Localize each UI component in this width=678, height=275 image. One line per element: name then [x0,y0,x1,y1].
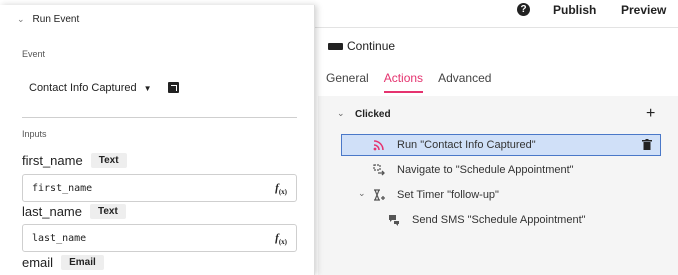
component-title: Continue [328,39,395,53]
tab-advanced[interactable]: Advanced [438,71,491,93]
open-external-icon[interactable] [168,82,179,93]
navigate-icon [373,164,385,176]
field-value: first_name [32,182,93,194]
input-label-first-name: first_name Text [22,153,127,168]
chevron-down-icon[interactable]: ⌄ [337,108,345,119]
add-action-icon[interactable]: + [646,105,655,123]
tab-bar: General Actions Advanced [326,71,491,93]
action-row-send-sms[interactable]: Send SMS "Schedule Appointment" [341,209,661,231]
action-row-run-event[interactable]: Run "Contact Info Captured" [341,134,661,156]
input-label-email: email Email [22,255,104,270]
field-value: last_name [32,232,87,244]
first-name-field[interactable]: first_name f(x) [22,174,297,202]
type-badge: Text [90,153,127,168]
caret-down-icon: ▼ [143,83,152,93]
input-name: first_name [22,153,83,168]
event-select[interactable]: Contact Info Captured ▼ [29,82,152,94]
last-name-field[interactable]: last_name f(x) [22,224,297,252]
component-header: Continue General Actions Advanced [318,28,678,96]
timer-icon [374,189,385,201]
trigger-label: Clicked [355,109,391,120]
rss-feed-icon [373,140,384,151]
event-select-value: Contact Info Captured [29,82,137,94]
trigger-row[interactable]: ⌄ Clicked + [318,105,678,124]
inputs-section-label: Inputs [22,129,47,139]
publish-button[interactable]: Publish [553,3,596,17]
action-row-navigate[interactable]: Navigate to "Schedule Appointment" [341,159,661,181]
type-badge: Text [89,204,126,219]
function-icon[interactable]: f(x) [275,182,287,196]
properties-pane: Continue General Actions Advanced ⌄ Clic… [318,28,678,275]
component-name: Continue [347,39,396,53]
help-icon[interactable]: ? [517,3,530,16]
sms-icon [389,215,399,226]
input-name: email [22,255,54,270]
input-name: last_name [22,204,82,219]
chevron-down-icon[interactable]: ⌄ [358,188,366,199]
tab-general[interactable]: General [326,71,369,93]
action-label: Send SMS "Schedule Appointment" [412,214,586,226]
action-label: Set Timer "follow-up" [397,189,499,201]
event-section-label: Event [22,49,46,59]
action-row-set-timer[interactable]: ⌄ Set Timer "follow-up" [341,184,661,206]
preview-button[interactable]: Preview [621,3,666,17]
input-label-last-name: last_name Text [22,204,126,219]
function-icon[interactable]: f(x) [275,232,287,246]
panel-title: Run Event [32,14,80,25]
run-event-panel: ⌄ Run Event Event Contact Info Captured … [0,5,315,275]
actions-list: ⌄ Clicked + Run "Contact Info Captured" [318,96,678,275]
chevron-down-icon[interactable]: ⌄ [17,14,25,25]
trash-icon[interactable] [642,139,652,150]
action-label: Run "Contact Info Captured" [397,139,536,151]
type-badge: Email [61,255,104,270]
tab-actions[interactable]: Actions [383,71,424,93]
button-icon [328,42,343,50]
divider [22,117,297,118]
action-label: Navigate to "Schedule Appointment" [397,164,574,176]
panel-header[interactable]: ⌄ Run Event [17,14,79,25]
